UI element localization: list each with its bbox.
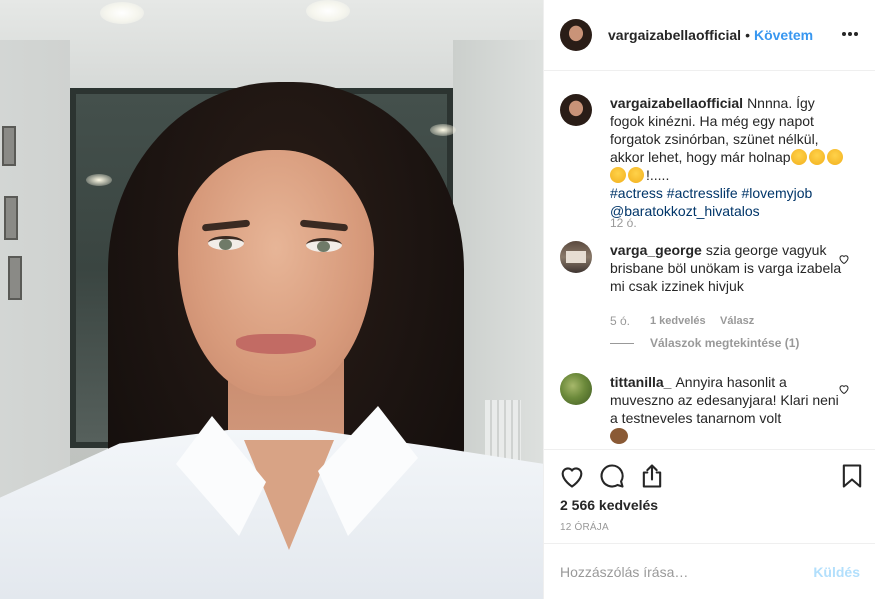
comment-entry: tittanilla_ Annyira hasonlit a muveszno a… bbox=[560, 373, 860, 445]
post-side-panel: vargaizabellaofficial • Követem vargaiza… bbox=[543, 0, 875, 599]
comment-time[interactable]: 5 ó. bbox=[610, 314, 630, 328]
caption-trail: !..... bbox=[646, 167, 670, 183]
more-options-icon[interactable] bbox=[838, 22, 862, 46]
author-avatar[interactable] bbox=[560, 19, 592, 51]
comment-text: tittanilla_ Annyira hasonlit a muveszno a… bbox=[610, 373, 846, 445]
photo-eye bbox=[306, 238, 342, 252]
comment-likes[interactable]: 1 kedvelés bbox=[650, 315, 706, 327]
author-username[interactable]: vargaizabellaofficial bbox=[608, 27, 741, 43]
comment-entry: varga_george szia george vagyuk brisbane … bbox=[560, 241, 860, 295]
post-age[interactable]: 12 ÓRÁJA bbox=[560, 522, 609, 533]
photo-person bbox=[0, 0, 543, 599]
header-separator: • bbox=[745, 27, 750, 43]
laughing-emoji-icon bbox=[628, 167, 644, 183]
comment-username[interactable]: tittanilla_ bbox=[610, 374, 671, 390]
reply-button[interactable]: Válasz bbox=[720, 315, 754, 327]
post-actions: 2 566 kedvelés 12 ÓRÁJA bbox=[544, 449, 875, 543]
post-comment-button[interactable]: Küldés bbox=[813, 564, 860, 580]
commenter-avatar[interactable] bbox=[560, 373, 592, 405]
comment-text: varga_george szia george vagyuk brisbane … bbox=[610, 241, 846, 295]
caption-text: vargaizabellaofficial Nnnna. Így fogok ki… bbox=[610, 94, 846, 220]
heart-icon[interactable] bbox=[558, 462, 586, 490]
caption-hashtags[interactable]: #actress #actresslife #lovemyjob bbox=[610, 185, 812, 201]
likes-count[interactable]: 2 566 kedvelés bbox=[560, 497, 658, 513]
post-header: vargaizabellaofficial • Követem bbox=[544, 0, 875, 71]
comment-bubble-icon[interactable] bbox=[598, 462, 626, 490]
comment-input[interactable] bbox=[560, 563, 800, 580]
caption-username[interactable]: vargaizabellaofficial bbox=[610, 95, 743, 111]
laughing-emoji-icon bbox=[610, 167, 626, 183]
like-comment-heart-icon[interactable] bbox=[838, 383, 850, 395]
share-icon[interactable] bbox=[638, 462, 666, 490]
like-comment-heart-icon[interactable] bbox=[838, 253, 850, 265]
laughing-emoji-icon bbox=[790, 149, 807, 165]
view-replies-button[interactable]: Válaszok megtekintése (1) bbox=[610, 336, 799, 350]
comment-composer: Küldés bbox=[544, 543, 875, 599]
laughing-emoji-icon bbox=[826, 149, 843, 165]
replies-divider bbox=[610, 342, 634, 344]
bookmark-icon[interactable] bbox=[838, 462, 866, 490]
follow-button[interactable]: Követem bbox=[754, 27, 813, 43]
monkey-emoji-icon bbox=[610, 428, 628, 444]
comments-list[interactable]: vargaizabellaofficial Nnnna. Így fogok ki… bbox=[544, 71, 875, 449]
commenter-avatar[interactable] bbox=[560, 241, 592, 273]
laughing-emoji-icon bbox=[808, 149, 825, 165]
post-photo[interactable] bbox=[0, 0, 543, 599]
photo-lips bbox=[236, 334, 316, 354]
caption-entry: vargaizabellaofficial Nnnna. Így fogok ki… bbox=[560, 94, 860, 220]
caption-avatar[interactable] bbox=[560, 94, 592, 126]
view-replies-label: Válaszok megtekintése (1) bbox=[650, 336, 800, 350]
caption-time[interactable]: 12 ó. bbox=[610, 216, 637, 230]
photo-eye bbox=[208, 236, 244, 250]
comment-username[interactable]: varga_george bbox=[610, 242, 702, 258]
